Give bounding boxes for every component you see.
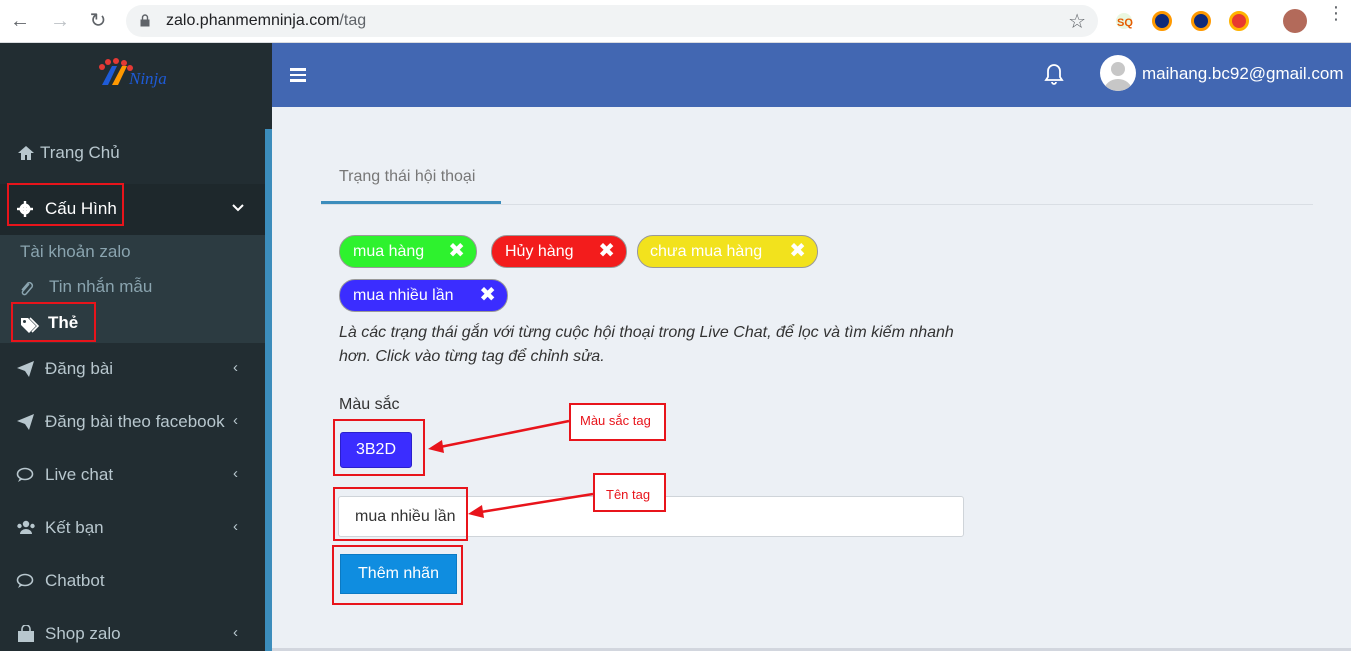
chevron-left-icon: ‹ xyxy=(233,518,238,535)
lock-icon xyxy=(140,14,150,27)
home-icon xyxy=(18,146,34,160)
sidebar-item-label: Live chat xyxy=(45,465,114,484)
sub-item-tai-khoan-zalo[interactable]: Tài khoản zalo xyxy=(0,235,265,271)
chat-bubble-icon xyxy=(16,573,34,588)
chevron-left-icon: ‹ xyxy=(233,624,238,641)
forward-arrow-icon[interactable]: → xyxy=(47,8,73,34)
sidebar-item-label: Shop zalo xyxy=(45,624,121,643)
tag-label: mua hàng xyxy=(353,243,425,260)
sidebar-item-dang-bai-theo-facebook[interactable]: Đăng bài theo facebook ‹ xyxy=(0,400,265,445)
extension-icon[interactable] xyxy=(1152,11,1172,31)
tag-label: chưa mua hàng xyxy=(650,243,763,260)
svg-text:SQ: SQ xyxy=(1117,17,1133,29)
paperclip-icon xyxy=(21,281,34,296)
hamburger-menu-icon[interactable] xyxy=(290,68,306,82)
extension-icon[interactable] xyxy=(1191,11,1211,31)
back-arrow-icon[interactable]: ← xyxy=(7,8,33,34)
tag-chip[interactable]: mua hàng ✖ xyxy=(339,235,477,268)
ninja-logo[interactable]: Ninja xyxy=(96,57,178,91)
color-label: Màu sắc xyxy=(339,396,400,413)
annotation-box-name xyxy=(333,487,468,541)
sidebar-item-label: Trang Chủ xyxy=(40,143,120,162)
annotation-box-cau-hinh xyxy=(7,183,124,226)
tag-chip[interactable]: Hủy hàng ✖ xyxy=(491,235,627,268)
sidebar-item-ket-ban[interactable]: Kết bạn ‹ xyxy=(0,506,265,551)
sidebar-item-label: Đăng bài xyxy=(45,359,114,378)
paper-plane-icon xyxy=(17,361,34,377)
extension-icon[interactable] xyxy=(1229,11,1249,31)
sidebar-item-live-chat[interactable]: Live chat ‹ xyxy=(0,453,265,498)
tag-chip[interactable]: mua nhiều lần ✖ xyxy=(339,279,508,312)
sidebar-item-chatbot[interactable]: Chatbot xyxy=(0,559,265,604)
sidebar: Ninja Trang Chủ Cấu Hình Tài khoản zalo … xyxy=(0,43,272,651)
annotation-box-the xyxy=(11,302,96,342)
url-text: zalo.phanmemninja.com/tag xyxy=(166,12,367,29)
sidebar-item-label: Kết bạn xyxy=(45,518,104,537)
annotation-box-color xyxy=(333,419,425,476)
tab-trang-thai-hoi-thoai[interactable]: Trạng thái hội thoại xyxy=(321,157,501,205)
tag-chip[interactable]: chưa mua hàng ✖ xyxy=(637,235,818,268)
browser-menu-icon[interactable]: ⋮ xyxy=(1327,4,1345,22)
user-email[interactable]: maihang.bc92@gmail.com xyxy=(1142,64,1344,84)
sidebar-item-label: Chatbot xyxy=(45,571,105,590)
tag-label: Hủy hàng xyxy=(505,243,574,260)
sidebar-scrollbar[interactable] xyxy=(265,129,272,651)
chevron-left-icon: ‹ xyxy=(233,359,238,376)
annotation-label-color-tag: Màu sắc tag xyxy=(569,403,666,441)
sub-item-label: Tin nhắn mẫu xyxy=(49,277,153,296)
chevron-left-icon: ‹ xyxy=(233,412,238,429)
chevron-down-icon xyxy=(232,204,244,212)
close-icon[interactable]: ✖ xyxy=(448,236,465,267)
annotation-box-submit xyxy=(332,545,463,605)
paper-plane-icon xyxy=(17,414,34,430)
close-icon[interactable]: ✖ xyxy=(598,236,615,267)
shopping-bag-icon xyxy=(18,625,34,642)
chat-bubble-icon xyxy=(16,467,34,482)
logo-area: Ninja xyxy=(0,43,272,106)
tab-divider xyxy=(321,204,1313,205)
avatar[interactable] xyxy=(1100,55,1136,91)
tag-label: mua nhiều lần xyxy=(353,287,454,304)
tag-description: Là các trạng thái gắn với từng cuộc hội … xyxy=(339,324,954,365)
sidebar-item-trang-chu[interactable]: Trang Chủ xyxy=(0,131,265,176)
bell-icon[interactable] xyxy=(1044,63,1064,85)
close-icon[interactable]: ✖ xyxy=(789,236,806,267)
sub-item-label: Tài khoản zalo xyxy=(20,242,131,261)
svg-text:Ninja: Ninja xyxy=(128,69,167,88)
sub-item-tin-nhan-mau[interactable]: Tin nhắn mẫu xyxy=(0,270,265,306)
annotation-label-tag-name: Tên tag xyxy=(593,473,666,512)
chevron-left-icon: ‹ xyxy=(233,465,238,482)
reload-icon[interactable]: ↻ xyxy=(85,8,111,34)
sidebar-item-dang-bai[interactable]: Đăng bài ‹ xyxy=(0,347,265,392)
bookmark-star-icon[interactable]: ☆ xyxy=(1068,9,1086,34)
profile-avatar[interactable] xyxy=(1283,9,1307,33)
browser-toolbar: ← → ↻ zalo.phanmemninja.com/tag ☆ SQ ⋮ xyxy=(0,0,1351,43)
users-icon xyxy=(17,520,35,534)
extension-icon[interactable]: SQ xyxy=(1114,11,1134,31)
sidebar-item-shop-zalo[interactable]: Shop zalo ‹ xyxy=(0,612,265,651)
sidebar-item-label: Đăng bài theo facebook xyxy=(45,412,225,431)
top-header: maihang.bc92@gmail.com xyxy=(272,43,1351,107)
address-bar[interactable]: zalo.phanmemninja.com/tag ☆ xyxy=(126,5,1098,37)
close-icon[interactable]: ✖ xyxy=(479,280,496,311)
